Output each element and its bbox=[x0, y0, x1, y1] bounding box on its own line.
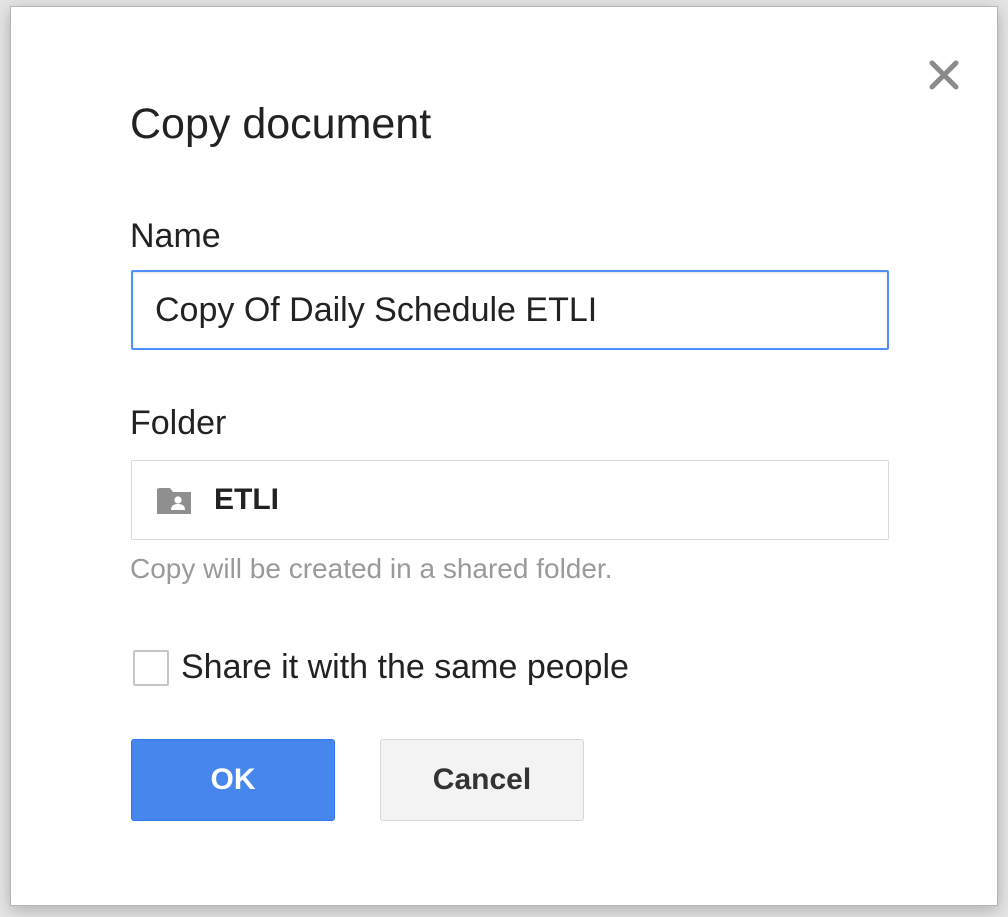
copy-document-dialog: Copy document Name Folder ETLI Copy will… bbox=[10, 6, 998, 906]
folder-label: Folder bbox=[130, 404, 227, 442]
shared-folder-hint: Copy will be created in a shared folder. bbox=[130, 553, 613, 584]
dialog-title: Copy document bbox=[130, 100, 432, 148]
share-checkbox-label[interactable]: Share it with the same people bbox=[181, 648, 629, 686]
ok-button[interactable]: OK bbox=[131, 739, 335, 821]
name-input[interactable] bbox=[131, 270, 889, 350]
cancel-button[interactable]: Cancel bbox=[380, 739, 584, 821]
folder-picker[interactable]: ETLI bbox=[131, 460, 889, 540]
close-icon bbox=[929, 60, 959, 90]
shared-folder-icon bbox=[157, 488, 191, 514]
name-label: Name bbox=[130, 217, 221, 255]
share-checkbox[interactable] bbox=[133, 650, 169, 686]
folder-name: ETLI bbox=[214, 483, 279, 516]
close-button[interactable] bbox=[926, 57, 962, 93]
